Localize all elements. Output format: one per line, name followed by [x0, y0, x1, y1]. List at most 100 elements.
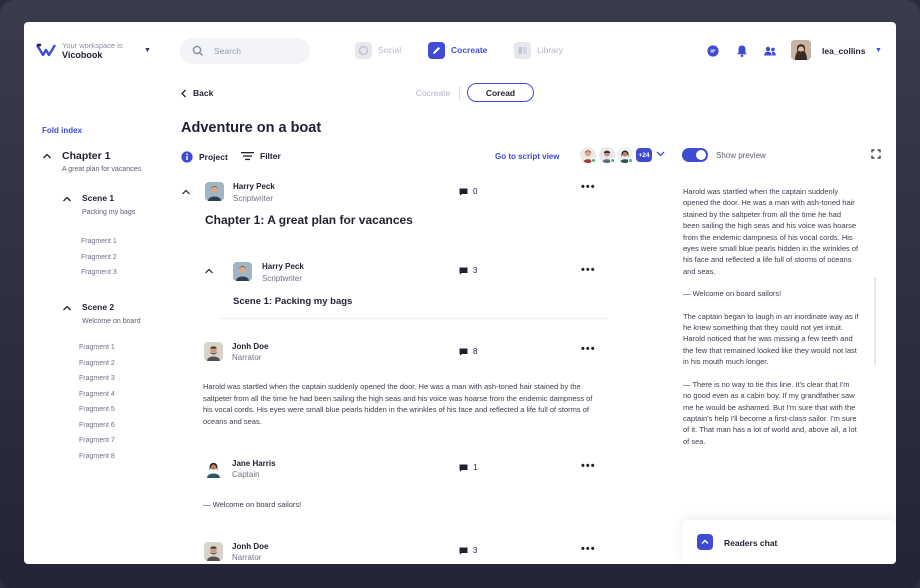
- index-fragment[interactable]: Fragment 3: [79, 375, 115, 382]
- go-to-script-view-link[interactable]: Go to script view: [495, 152, 559, 161]
- chapter-subtitle: A great plan for vacances: [62, 166, 141, 173]
- comment-icon: [459, 188, 468, 195]
- chevron-up-icon[interactable]: [181, 187, 191, 197]
- index-scene-2[interactable]: Scene 2 Welcome on board: [62, 302, 141, 325]
- nav-tab-label: Social: [378, 45, 402, 55]
- author-name: Harry Peck: [262, 262, 304, 271]
- mode-cocreate-button[interactable]: Cocreate: [412, 83, 454, 102]
- index-fragment[interactable]: Fragment 2: [79, 360, 115, 367]
- show-preview-label: Show preview: [716, 151, 766, 160]
- comment-count[interactable]: 1: [459, 463, 477, 472]
- index-fragment[interactable]: Fragment 8: [79, 453, 115, 460]
- avatar: [233, 262, 252, 281]
- index-fragment[interactable]: Fragment 6: [79, 422, 115, 429]
- project-label: Project: [199, 152, 228, 162]
- scene-heading: Scene 1: Packing my bags: [233, 296, 353, 307]
- preview-paragraph: — Welcome on board sailors!: [683, 289, 782, 299]
- mode-coread-button[interactable]: Coread: [467, 83, 534, 102]
- workspace-caption: Your workspace is: [62, 41, 123, 50]
- fullscreen-icon[interactable]: [871, 149, 881, 159]
- comment-icon: [459, 464, 468, 471]
- chevron-up-icon[interactable]: [62, 303, 72, 313]
- more-options-icon[interactable]: •••: [581, 181, 596, 193]
- avatar: [204, 542, 223, 561]
- more-options-icon[interactable]: •••: [581, 460, 596, 472]
- readers-chat-panel[interactable]: Readers chat: [682, 520, 896, 564]
- index-fragment[interactable]: Fragment 5: [79, 406, 115, 413]
- comment-icon: [459, 267, 468, 274]
- index-fragment[interactable]: Fragment 1: [79, 344, 115, 351]
- comment-count[interactable]: 3: [459, 266, 477, 275]
- project-button[interactable]: Project: [181, 151, 228, 163]
- chevron-up-icon[interactable]: [697, 534, 713, 550]
- index-fragment[interactable]: Fragment 4: [79, 391, 115, 398]
- user-menu-caret-icon[interactable]: ▼: [875, 47, 882, 54]
- chevron-up-icon[interactable]: [62, 194, 72, 204]
- preview-scrollbar[interactable]: [874, 277, 876, 365]
- divider: [220, 318, 607, 319]
- nav-tab-library[interactable]: Library: [514, 41, 563, 59]
- preview-paragraph: The captain began to laugh in an inordin…: [683, 311, 859, 367]
- comment-count[interactable]: 3: [459, 546, 477, 555]
- scene-title: Scene 1: [82, 193, 115, 203]
- comment-count[interactable]: 0: [459, 187, 477, 196]
- more-options-icon[interactable]: •••: [581, 543, 596, 555]
- bell-icon[interactable]: [735, 44, 749, 58]
- online-status-dot: [628, 158, 633, 163]
- index-fragment[interactable]: Fragment 7: [79, 437, 115, 444]
- back-button[interactable]: Back: [180, 88, 213, 98]
- more-collaborators-badge[interactable]: +24: [636, 148, 652, 162]
- username[interactable]: lea_collins: [822, 46, 865, 56]
- index-fragment[interactable]: Fragment 1: [81, 238, 117, 245]
- comment-count-value: 3: [473, 546, 478, 555]
- search-input[interactable]: Search: [180, 38, 310, 64]
- author-role: Narrator: [232, 353, 262, 362]
- info-icon: [181, 151, 193, 163]
- filter-button[interactable]: Filter: [241, 151, 281, 161]
- index-fragment[interactable]: Fragment 2: [81, 254, 117, 261]
- pencil-icon: [428, 41, 445, 59]
- chevron-up-icon[interactable]: [42, 151, 52, 161]
- avatar[interactable]: [791, 40, 811, 60]
- filter-icon: [241, 152, 254, 161]
- chevron-down-icon[interactable]: [656, 149, 665, 158]
- top-bar: Your workspace is Vicobook ▼ Search Soci…: [24, 22, 896, 78]
- vicobook-logo-icon: [36, 43, 56, 57]
- preview-paragraph: Harold was startled when the captain sud…: [683, 187, 859, 276]
- index-chapter-1[interactable]: Chapter 1 A great plan for vacances: [42, 150, 141, 173]
- comment-icon: [459, 348, 468, 355]
- comment-count-value: 8: [473, 347, 478, 356]
- show-preview-toggle[interactable]: [682, 148, 708, 162]
- search-placeholder: Search: [214, 46, 241, 56]
- library-icon: [514, 41, 531, 59]
- comment-count[interactable]: 8: [459, 347, 477, 356]
- preview-paragraph: — There is no way to tie this line. It's…: [683, 379, 857, 446]
- app-screen: Your workspace is Vicobook ▼ Search Soci…: [24, 22, 896, 564]
- back-label: Back: [193, 88, 214, 98]
- avatar: [204, 342, 223, 361]
- comment-icon: [459, 547, 468, 554]
- workspace-caret-icon[interactable]: ▼: [144, 47, 151, 54]
- narration-text: Harold was startled when the captain sud…: [203, 382, 593, 427]
- scene-subtitle: Welcome on board: [82, 318, 141, 325]
- people-icon[interactable]: [763, 44, 777, 58]
- workspace-name: Vicobook: [62, 50, 103, 60]
- index-fragment[interactable]: Fragment 3: [81, 269, 117, 276]
- nav-tab-cocreate[interactable]: Cocreate: [428, 41, 487, 59]
- comment-count-value: 0: [473, 187, 478, 196]
- fold-index-button[interactable]: Fold index: [42, 126, 82, 135]
- comment-count-value: 3: [473, 266, 478, 275]
- nav-tab-social[interactable]: Social: [355, 41, 401, 59]
- author-role: Captain: [232, 470, 260, 479]
- workspace-switcher[interactable]: Your workspace is Vicobook: [62, 41, 123, 61]
- chat-icon[interactable]: [706, 44, 720, 58]
- more-options-icon[interactable]: •••: [581, 343, 596, 355]
- avatar: [205, 182, 224, 201]
- chevron-up-icon[interactable]: [204, 266, 214, 276]
- readers-chat-label: Readers chat: [724, 538, 778, 548]
- author-name: Jane Harris: [232, 459, 276, 468]
- more-options-icon[interactable]: •••: [581, 264, 596, 276]
- avatar: [204, 459, 223, 478]
- online-status-dot: [610, 158, 615, 163]
- index-scene-1[interactable]: Scene 1 Packing my bags: [62, 193, 135, 216]
